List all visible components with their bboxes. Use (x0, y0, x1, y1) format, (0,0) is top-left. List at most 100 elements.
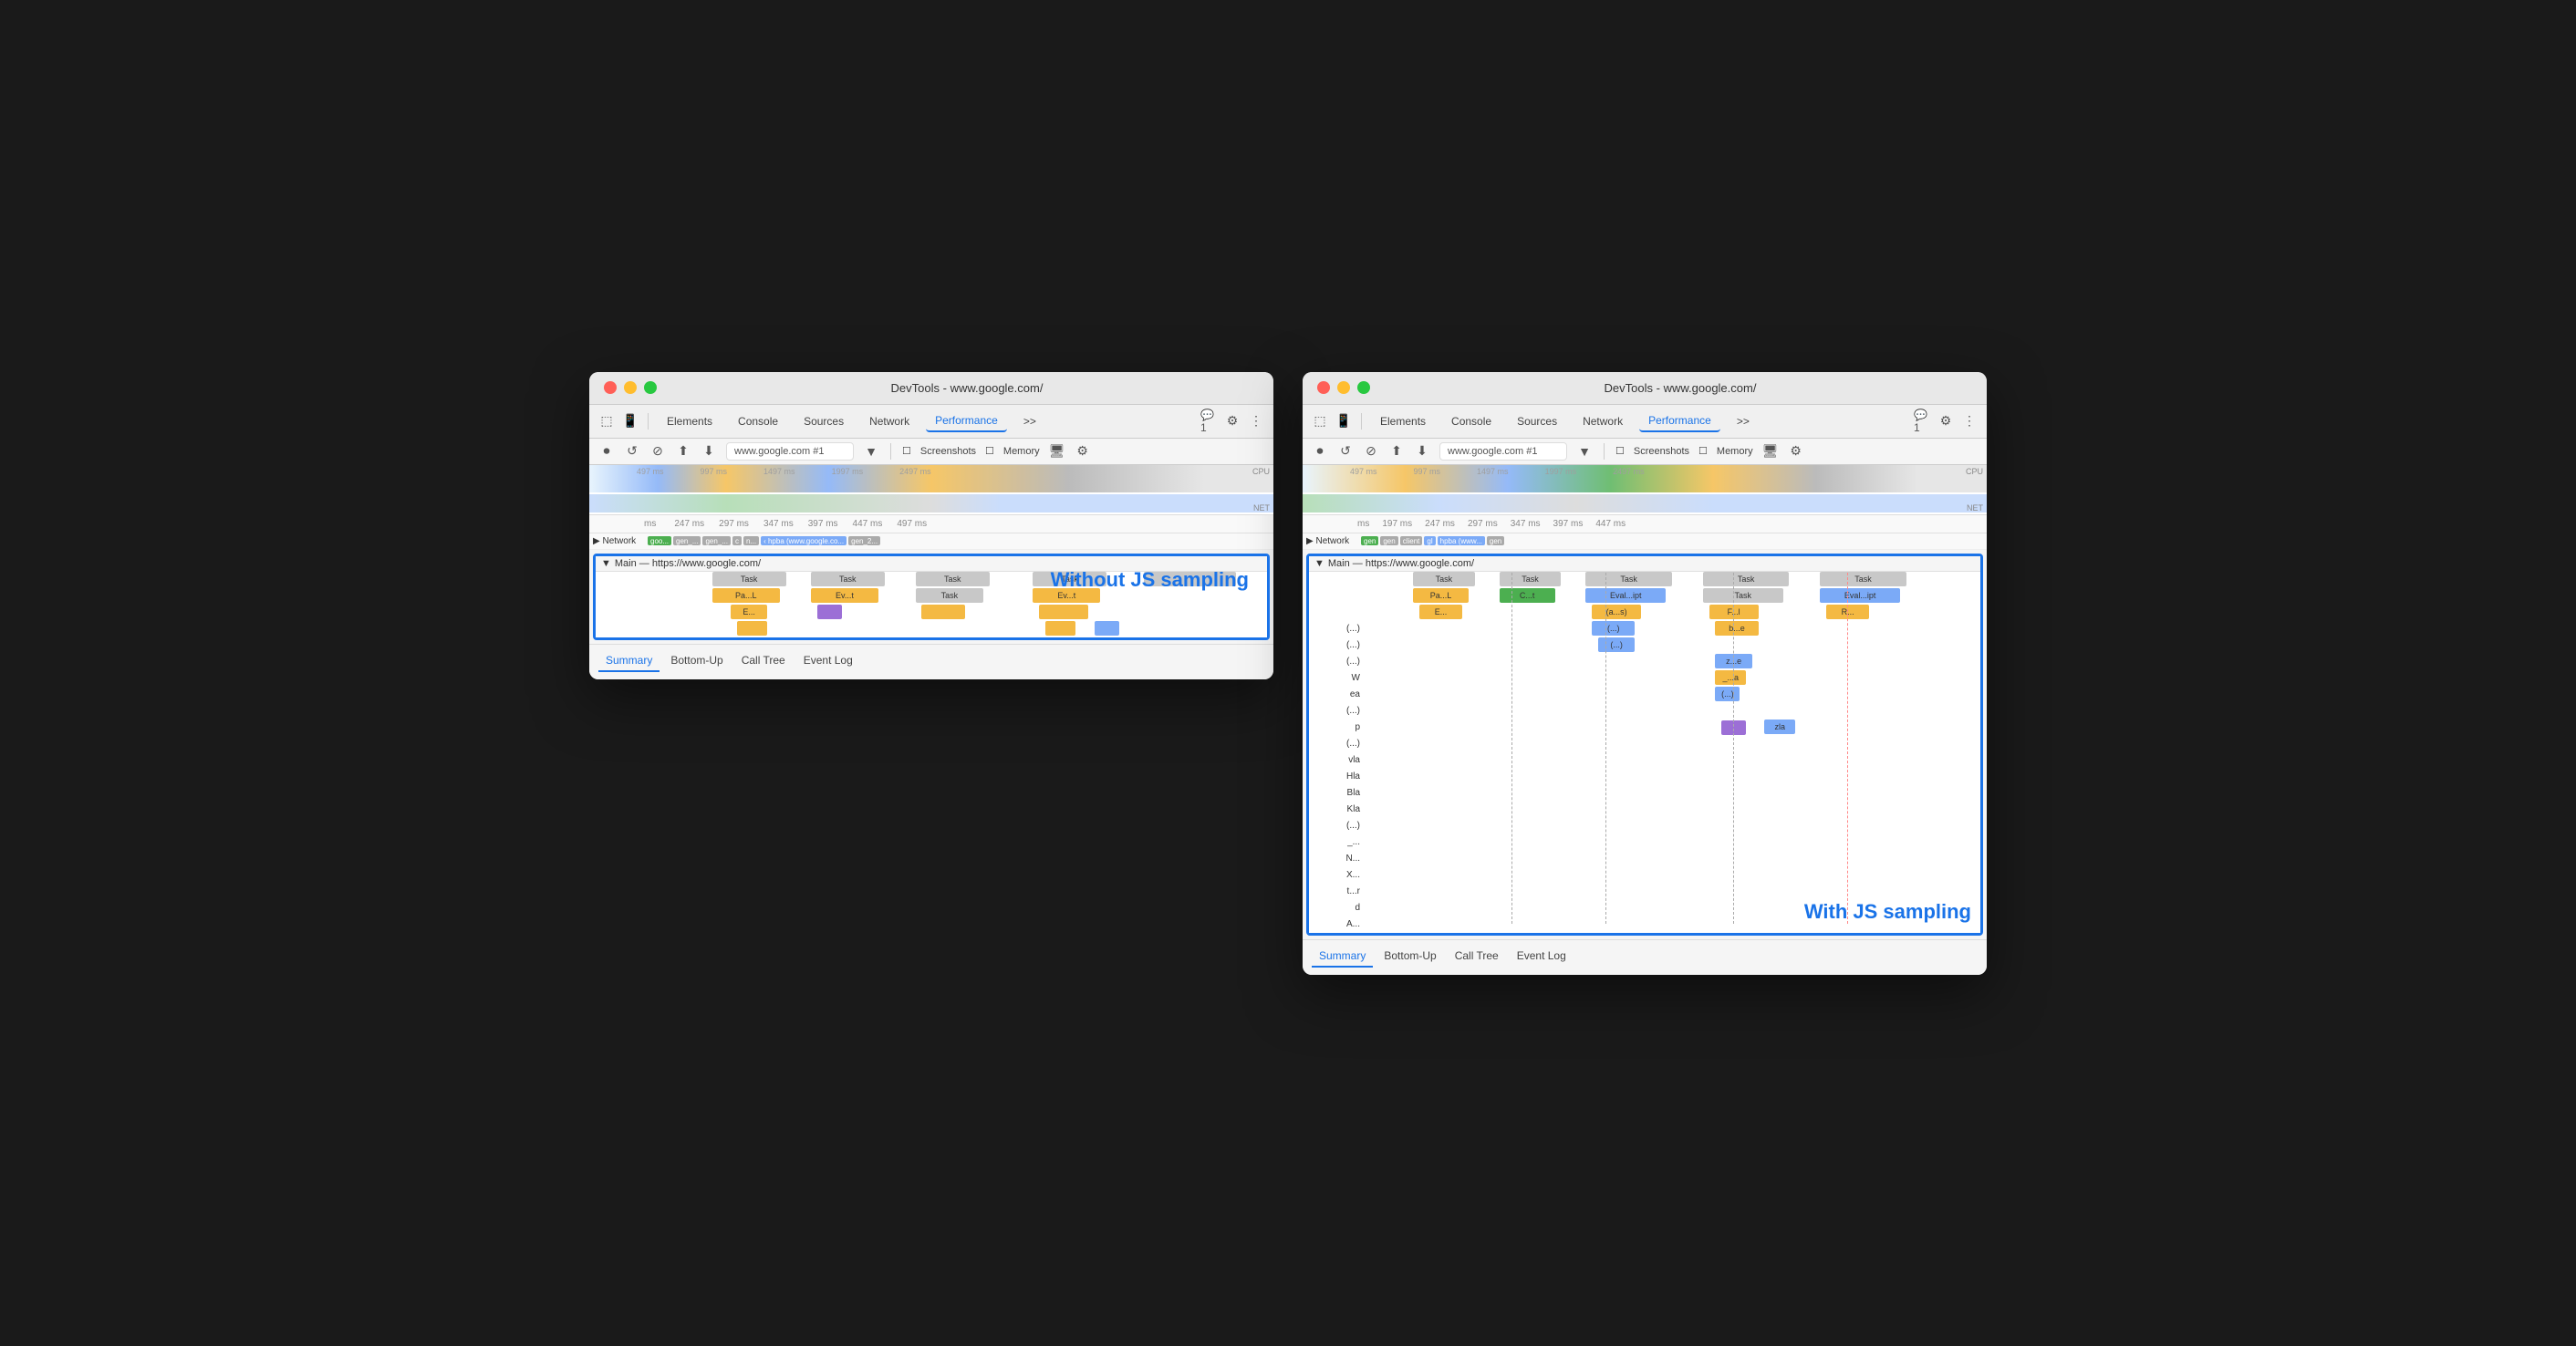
triangle-right: ▼ (1314, 558, 1324, 569)
memory-checkbox-left[interactable]: ☐ (985, 445, 994, 457)
tab-performance-left[interactable]: Performance (926, 410, 1007, 432)
right-tab-eventlog[interactable]: Event Log (1510, 946, 1574, 968)
right-bottom-tabs: Summary Bottom-Up Call Tree Event Log (1303, 939, 1987, 968)
right-row-tr: t...r (1309, 884, 1980, 900)
net-chip-1: goo... (648, 536, 671, 545)
refresh-icon-right[interactable]: ↺ (1337, 443, 1354, 460)
left-task-3: Task (916, 572, 990, 586)
screenshots-checkbox-right[interactable]: ☐ (1615, 445, 1625, 457)
left-row3: E... (596, 605, 1267, 621)
right-label-tr: t...r (1309, 884, 1364, 900)
right-row-bla: Bla (1309, 785, 1980, 802)
right-chip-3: client (1400, 536, 1423, 545)
right-tab-bottomup[interactable]: Bottom-Up (1376, 946, 1443, 968)
device-icon[interactable]: 📱 (622, 413, 639, 430)
left-bar-purple (817, 605, 842, 619)
minimize-button-right[interactable] (1337, 381, 1350, 394)
left-titlebar: DevTools - www.google.com/ (589, 372, 1273, 405)
dropdown-icon-left[interactable]: ▼ (863, 443, 879, 460)
right-label-x: X... (1309, 867, 1364, 884)
left-tab-summary[interactable]: Summary (598, 650, 660, 672)
right-tab-calltree[interactable]: Call Tree (1448, 946, 1506, 968)
right-network-row: ▶ Network gen gen client gl hpba (www...… (1303, 533, 1987, 550)
left-tab-eventlog[interactable]: Event Log (796, 650, 860, 672)
tab-network-right[interactable]: Network (1574, 411, 1632, 431)
right-label-p: p (1309, 720, 1364, 736)
clear-icon-right[interactable]: ⊘ (1363, 443, 1379, 460)
tab-console-left[interactable]: Console (729, 411, 787, 431)
refresh-icon-left[interactable]: ↺ (624, 443, 640, 460)
settings2-icon-right[interactable]: ⚙ (1788, 443, 1804, 460)
right-row6: (...) z...e (1309, 654, 1980, 670)
settings2-icon-left[interactable]: ⚙ (1075, 443, 1091, 460)
right-label-6: (...) (1309, 654, 1364, 670)
close-button-left[interactable] (604, 381, 617, 394)
memory-checkbox-right[interactable]: ☐ (1698, 445, 1708, 457)
right-row3: E... (a...s) F...l R... (1309, 605, 1980, 621)
tab-sources-right[interactable]: Sources (1508, 411, 1566, 431)
upload-icon-right[interactable]: ⬆ (1388, 443, 1405, 460)
more-icon-right[interactable]: ⋮ (1961, 413, 1978, 430)
network-label-left: ▶ Network (593, 536, 648, 546)
minimize-button-left[interactable] (624, 381, 637, 394)
left-tab-calltree[interactable]: Call Tree (734, 650, 793, 672)
right-row2: Pa...L C...t Eval...ipt Task Eval...ipt (1309, 588, 1980, 605)
right-label-bla: Bla (1309, 785, 1364, 802)
download-icon-left[interactable]: ⬇ (701, 443, 717, 460)
cpu-throttle-icon-right[interactable]: 🖥 (1762, 443, 1779, 460)
download-icon-right[interactable]: ⬇ (1414, 443, 1430, 460)
right-row-x: X... (1309, 867, 1980, 884)
tab-elements-right[interactable]: Elements (1371, 411, 1435, 431)
left-bar-y2 (921, 605, 964, 619)
more-icon-left[interactable]: ⋮ (1248, 413, 1264, 430)
maximize-button-left[interactable] (644, 381, 657, 394)
more-tabs-right[interactable]: >> (1728, 411, 1759, 431)
dropdown-icon-right[interactable]: ▼ (1576, 443, 1593, 460)
right-row4: (...) (...) b...e (1309, 621, 1980, 637)
right-label-w: W (1309, 670, 1364, 687)
left-sub-toolbar: ⏺ ↺ ⊘ ⬆ ⬇ www.google.com #1 ▼ ☐ Screensh… (589, 439, 1273, 465)
right-label-d: d (1309, 900, 1364, 916)
left-window-title: DevTools - www.google.com/ (675, 381, 1259, 395)
tab-network-left[interactable]: Network (860, 411, 919, 431)
right-tab-summary[interactable]: Summary (1312, 946, 1373, 968)
chat-icon-left[interactable]: 💬 1 (1200, 413, 1217, 430)
cpu-throttle-icon-left[interactable]: 🖥 (1049, 443, 1065, 460)
chat-icon-right[interactable]: 💬 1 (1914, 413, 1930, 430)
right-bar-eval2: Eval...ipt (1820, 588, 1900, 603)
left-tab-bottomup[interactable]: Bottom-Up (663, 650, 730, 672)
right-bar-task: Task (1703, 588, 1783, 603)
right-highlight-box: ▼ Main — https://www.google.com/ Task Ta… (1306, 554, 1983, 936)
cpu-label-left: CPU (1252, 467, 1270, 476)
url-bar-left[interactable]: www.google.com #1 (726, 442, 854, 461)
more-tabs-left[interactable]: >> (1014, 411, 1045, 431)
net-chip-6: ‹ hpba (www.google.co... (761, 536, 847, 545)
net-chip-3: gen_... (702, 536, 730, 545)
cursor-icon[interactable]: ⬚ (598, 413, 615, 430)
triangle-left: ▼ (601, 558, 611, 569)
right-label-5: (...) (1309, 637, 1364, 654)
tab-console-right[interactable]: Console (1442, 411, 1501, 431)
screenshots-label-right: Screenshots (1634, 446, 1689, 457)
left-row4 (596, 621, 1267, 637)
close-button-right[interactable] (1317, 381, 1330, 394)
record-icon-left[interactable]: ⏺ (598, 443, 615, 460)
screenshots-checkbox-left[interactable]: ☐ (902, 445, 911, 457)
right-row5: (...) (...) (1309, 637, 1980, 654)
left-bar-pal: Pa...L (712, 588, 780, 603)
url-bar-right[interactable]: www.google.com #1 (1439, 442, 1567, 461)
cursor-icon-right[interactable]: ⬚ (1312, 413, 1328, 430)
right-main-label: ▼ Main — https://www.google.com/ (1309, 556, 1980, 572)
maximize-button-right[interactable] (1357, 381, 1370, 394)
right-cpu-timeline: 497 ms997 ms1497 ms1997 ms2497 ms CPU NE… (1303, 465, 1987, 515)
settings-icon-left[interactable]: ⚙ (1224, 413, 1241, 430)
tab-performance-right[interactable]: Performance (1639, 410, 1720, 432)
clear-icon-left[interactable]: ⊘ (649, 443, 666, 460)
upload-icon-left[interactable]: ⬆ (675, 443, 691, 460)
settings-icon-right[interactable]: ⚙ (1937, 413, 1954, 430)
tab-sources-left[interactable]: Sources (795, 411, 853, 431)
record-icon-right[interactable]: ⏺ (1312, 443, 1328, 460)
left-nav-toolbar: ⬚ 📱 Elements Console Sources Network Per… (589, 405, 1273, 439)
device-icon-right[interactable]: 📱 (1335, 413, 1352, 430)
tab-elements-left[interactable]: Elements (658, 411, 722, 431)
